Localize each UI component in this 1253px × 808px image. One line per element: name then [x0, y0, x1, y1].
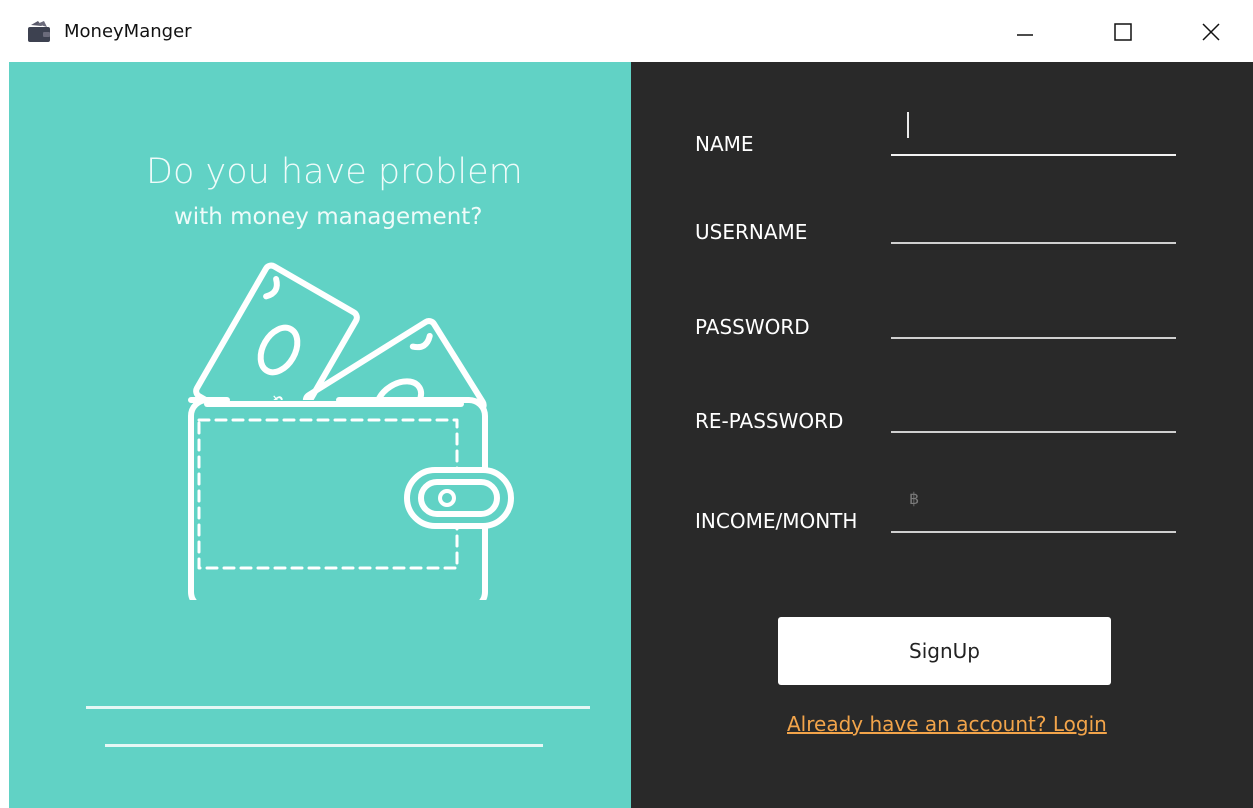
login-link[interactable]: Already have an account? Login [787, 712, 1107, 736]
wallet-icon [28, 21, 50, 42]
maximize-button[interactable] [1100, 16, 1146, 48]
name-label: NAME [695, 132, 754, 156]
text-caret [907, 112, 909, 138]
currency-prefix: ฿ [909, 489, 920, 508]
signup-button[interactable]: SignUp [778, 617, 1111, 685]
wallet-with-cash-icon: ฿ ฿ [188, 262, 514, 600]
title-bar: MoneyManger [0, 0, 1253, 62]
minimize-button[interactable] [1002, 16, 1048, 48]
income-label: INCOME/MONTH [695, 509, 858, 533]
signup-form: NAME USERNAME PASSWORD RE-PASSWORD INCOM… [631, 62, 1253, 808]
decorative-line [105, 744, 543, 747]
username-label: USERNAME [695, 220, 808, 244]
close-button[interactable] [1188, 16, 1234, 48]
decorative-line [86, 706, 590, 709]
re-password-label: RE-PASSWORD [695, 409, 844, 433]
username-field[interactable] [891, 212, 1176, 244]
re-password-field[interactable] [891, 401, 1176, 433]
close-icon [1202, 23, 1220, 41]
hero-panel: Do you have problem with money managemen… [9, 62, 631, 808]
hero-title: Do you have problem [146, 152, 523, 192]
maximize-icon [1114, 23, 1132, 41]
income-field[interactable]: ฿ [891, 489, 1176, 533]
minimize-icon [1017, 34, 1033, 36]
password-field[interactable] [891, 307, 1176, 339]
hero-subtitle: with money management? [174, 204, 483, 230]
app-title: MoneyManger [64, 21, 192, 42]
name-field[interactable] [891, 112, 1176, 156]
password-label: PASSWORD [695, 315, 810, 339]
